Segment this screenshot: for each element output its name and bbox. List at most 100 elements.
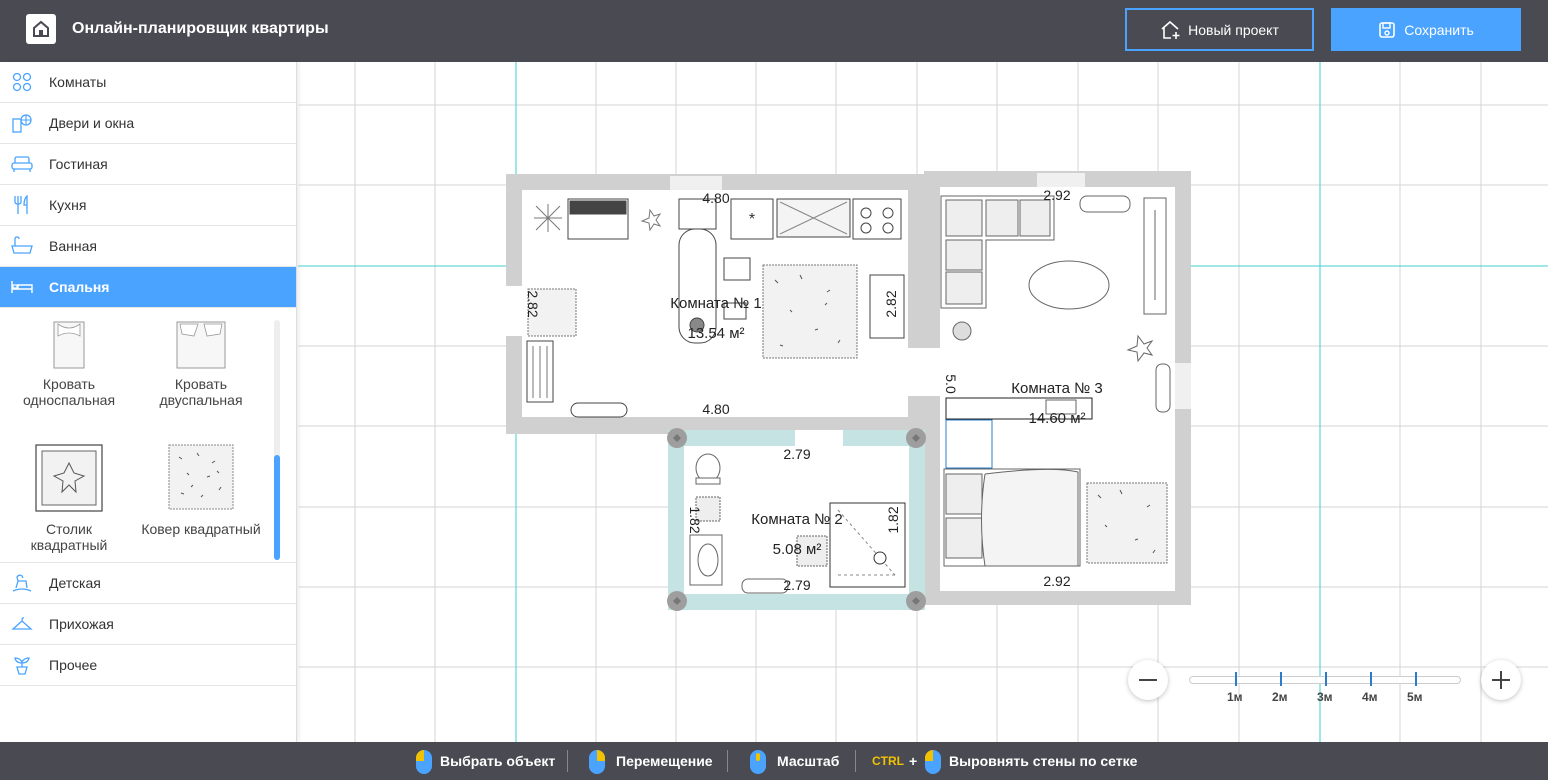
plus-icon: [1492, 671, 1510, 689]
sidebar-item-label: Детская: [49, 575, 101, 591]
room-1-dim-right: 2.82: [883, 290, 899, 317]
room-3-dim-left: 5.0: [943, 374, 959, 394]
sidebar-item-label: Комнаты: [49, 74, 107, 90]
room-1-area: 13.54 м²: [687, 325, 744, 342]
floor-plan-svg[interactable]: * 4.80 4.80 2.82 2.82 2.79 2.79 1.82 1.8…: [298, 62, 1548, 742]
sidebar-item-doors-windows[interactable]: Двери и окна: [0, 103, 296, 144]
new-project-button[interactable]: Новый проект: [1125, 8, 1314, 51]
zoom-out-button[interactable]: [1128, 660, 1168, 700]
room-2-dim-bottom: 2.79: [783, 577, 810, 593]
minus-icon: [1139, 679, 1157, 681]
hanger-icon: [10, 613, 34, 635]
mouse-scroll-icon: [750, 750, 766, 774]
fork-knife-icon: [10, 194, 34, 216]
sidebar: Комнаты Двери и окна Гостиная Кухня Ванн…: [0, 62, 297, 742]
sidebar-item-living-room[interactable]: Гостиная: [0, 144, 296, 185]
room-2-name: Комната № 2: [751, 511, 843, 528]
room-2-dim-right: 1.82: [885, 506, 901, 533]
mouse-left-click-icon: [925, 750, 941, 774]
mouse-right-drag-icon: [589, 750, 605, 774]
item-label-line1: Столик: [46, 521, 92, 537]
sidebar-item-bedroom[interactable]: Спальня: [0, 267, 296, 308]
sidebar-item-label: Спальня: [49, 279, 110, 295]
item-label-line1: Ковер квадратный: [141, 521, 261, 537]
sidebar-item-bathroom[interactable]: Ванная: [0, 226, 296, 267]
scale-tick: [1280, 672, 1282, 686]
scale-tick: [1235, 672, 1237, 686]
room-3-dim-bottom: 2.92: [1043, 573, 1070, 589]
scale-label: 2м: [1272, 690, 1288, 704]
square-rug-icon: [168, 444, 234, 510]
divider: [727, 750, 728, 772]
house-plus-icon: [1161, 20, 1180, 39]
sidebar-item-label: Гостиная: [49, 156, 108, 172]
room-2-area: 5.08 м²: [773, 541, 822, 558]
items-scrollbar[interactable]: [274, 320, 280, 560]
zoom-in-button[interactable]: [1481, 660, 1521, 700]
hint-align-walls: Выровнять стены по сетке: [949, 753, 1138, 769]
hint-zoom: Масштаб: [777, 753, 840, 769]
scroll-thumb[interactable]: [274, 455, 280, 560]
bathtub-icon: [10, 235, 34, 257]
double-bed-icon: [176, 321, 226, 369]
sidebar-item-label: Кухня: [49, 197, 87, 213]
scale-label: 3м: [1317, 690, 1333, 704]
app-title: Онлайн-планировщик квартиры: [72, 20, 329, 37]
hint-move: Перемещение: [616, 753, 713, 769]
floor-plan-canvas[interactable]: * 4.80 4.80 2.82 2.82 2.79 2.79 1.82 1.8…: [298, 62, 1548, 742]
item-label-line2: квадратный: [30, 537, 108, 553]
sidebar-item-hallway[interactable]: Прихожая: [0, 604, 296, 645]
home-logo-icon[interactable]: [26, 14, 56, 44]
room-1-dim-left: 2.82: [525, 290, 541, 317]
rooms-icon: [10, 71, 34, 93]
hint-select: Выбрать объект: [440, 753, 556, 769]
sidebar-item-label: Ванная: [49, 238, 97, 254]
sidebar-item-label: Прочее: [49, 657, 98, 673]
divider: [567, 750, 568, 772]
scale-label: 4м: [1362, 690, 1378, 704]
scale-tick: [1370, 672, 1372, 686]
sofa-icon: [10, 153, 34, 175]
save-label: Сохранить: [1404, 21, 1474, 38]
item-label-line2: односпальная: [22, 392, 116, 408]
square-table-icon: [35, 444, 103, 512]
svg-text:*: *: [749, 211, 755, 228]
ctrl-key: CTRL: [872, 754, 904, 768]
sidebar-item-other[interactable]: Прочее: [0, 645, 296, 686]
room-1-name: Комната № 1: [670, 295, 762, 312]
doors-windows-icon: [10, 112, 34, 134]
room-1-dim-bottom: 4.80: [702, 401, 729, 417]
plus-sign: +: [909, 753, 918, 769]
catalog-item-double-bed[interactable]: Кровать двуспальная: [142, 320, 260, 408]
sidebar-item-kitchen[interactable]: Кухня: [0, 185, 296, 226]
top-bar: Онлайн-планировщик квартиры Новый проект…: [0, 0, 1548, 62]
new-project-label: Новый проект: [1188, 21, 1279, 38]
rocking-horse-icon: [10, 572, 34, 594]
item-label-line1: Кровать: [42, 376, 96, 392]
catalog-item-square-rug[interactable]: Ковер квадратный: [135, 443, 267, 537]
item-label-line2: двуспальная: [159, 392, 243, 408]
save-button[interactable]: Сохранить: [1331, 8, 1521, 51]
shortcut-hints-bar: Выбрать объект Перемещение Масштаб CTRL …: [0, 742, 1548, 780]
room-1-dim-top: 4.80: [702, 190, 729, 206]
sidebar-item-label: Прихожая: [49, 616, 114, 632]
mouse-left-click-icon: [416, 750, 432, 774]
single-bed-icon: [53, 321, 85, 369]
sidebar-item-kids-room[interactable]: Детская: [0, 563, 296, 604]
scale-label: 5м: [1407, 690, 1423, 704]
plant-icon: [10, 654, 34, 676]
floppy-icon: [1379, 21, 1396, 38]
room-2-dim-top: 2.79: [783, 446, 810, 462]
room-2-dim-left: 1.82: [687, 506, 703, 533]
room-3-area: 14.60 м²: [1028, 410, 1085, 427]
room-3-name: Комната № 3: [1011, 380, 1103, 397]
room-3-dim-top: 2.92: [1043, 187, 1070, 203]
sidebar-item-rooms[interactable]: Комнаты: [0, 62, 296, 103]
catalog-item-square-table[interactable]: Столик квадратный: [10, 443, 128, 553]
item-label-line1: Кровать: [174, 376, 228, 392]
bed-icon: [10, 276, 34, 298]
bedroom-items-panel: Кровать односпальная Кровать двуспальная…: [0, 308, 296, 563]
catalog-item-single-bed[interactable]: Кровать односпальная: [10, 320, 128, 408]
scale-tick: [1415, 672, 1417, 686]
scale-tick: [1325, 672, 1327, 686]
